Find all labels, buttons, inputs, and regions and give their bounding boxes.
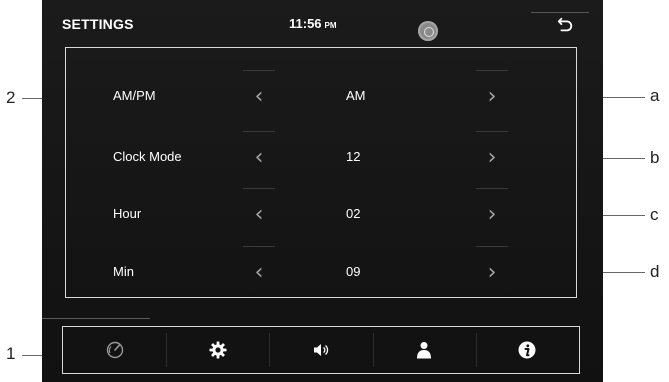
section-divider	[42, 318, 150, 319]
setting-label: Clock Mode	[113, 149, 182, 164]
callout-label-1: 1	[6, 344, 16, 363]
setting-row-hour: Hour ‹ 02 ›	[66, 188, 576, 244]
setting-label: Min	[113, 264, 134, 279]
back-button[interactable]	[545, 10, 585, 40]
speaker-icon	[314, 344, 329, 356]
callout-label-a: a	[650, 86, 660, 105]
page-title: SETTINGS	[62, 16, 134, 32]
setting-row-min: Min ‹ 09 ›	[66, 246, 576, 302]
callout-label-c: c	[650, 205, 659, 224]
device-screen: SETTINGS 11:56 PM AM/PM ‹ AM › Clock Mode…	[42, 0, 603, 382]
setting-label: Hour	[113, 206, 142, 221]
setting-row-ampm: AM/PM ‹ AM ›	[66, 70, 576, 126]
record-status-icon	[418, 21, 438, 41]
nav-item-user[interactable]	[372, 327, 476, 373]
decrease-button[interactable]: ‹	[241, 70, 277, 116]
setting-value: 12	[346, 149, 361, 164]
back-arrow-icon	[557, 17, 573, 32]
callout-label-b: b	[650, 148, 660, 167]
callout-label-d: d	[650, 262, 660, 281]
increase-button[interactable]: ›	[474, 131, 510, 177]
setting-value: 09	[346, 264, 361, 279]
increase-button[interactable]: ›	[474, 246, 510, 292]
callout-label-2: 2	[6, 88, 16, 107]
clock-suffix: PM	[324, 21, 337, 30]
status-bar: SETTINGS 11:56 PM	[42, 0, 603, 44]
speedometer-icon	[106, 341, 123, 359]
decrease-button[interactable]: ‹	[241, 131, 277, 177]
setting-row-clock-mode: Clock Mode ‹ 12 ›	[66, 131, 576, 187]
nav-item-settings[interactable]	[166, 327, 269, 373]
nav-item-info[interactable]	[475, 327, 579, 373]
decrease-button[interactable]: ‹	[241, 246, 277, 292]
nav-item-speed[interactable]	[63, 327, 166, 373]
nav-item-sound[interactable]	[269, 327, 372, 373]
decrease-button[interactable]: ‹	[241, 188, 277, 234]
info-icon	[518, 341, 536, 359]
clock-time: 11:56	[289, 16, 322, 31]
increase-button[interactable]: ›	[474, 70, 510, 116]
setting-label: AM/PM	[113, 88, 156, 103]
gear-icon	[209, 341, 227, 359]
clock-display: 11:56 PM	[289, 16, 337, 31]
settings-panel: AM/PM ‹ AM › Clock Mode ‹ 12 › Hour ‹ 02…	[65, 47, 577, 298]
bottom-nav	[62, 326, 580, 374]
user-icon	[417, 342, 432, 359]
increase-button[interactable]: ›	[474, 188, 510, 234]
setting-value: 02	[346, 206, 361, 221]
setting-value: AM	[346, 88, 366, 103]
